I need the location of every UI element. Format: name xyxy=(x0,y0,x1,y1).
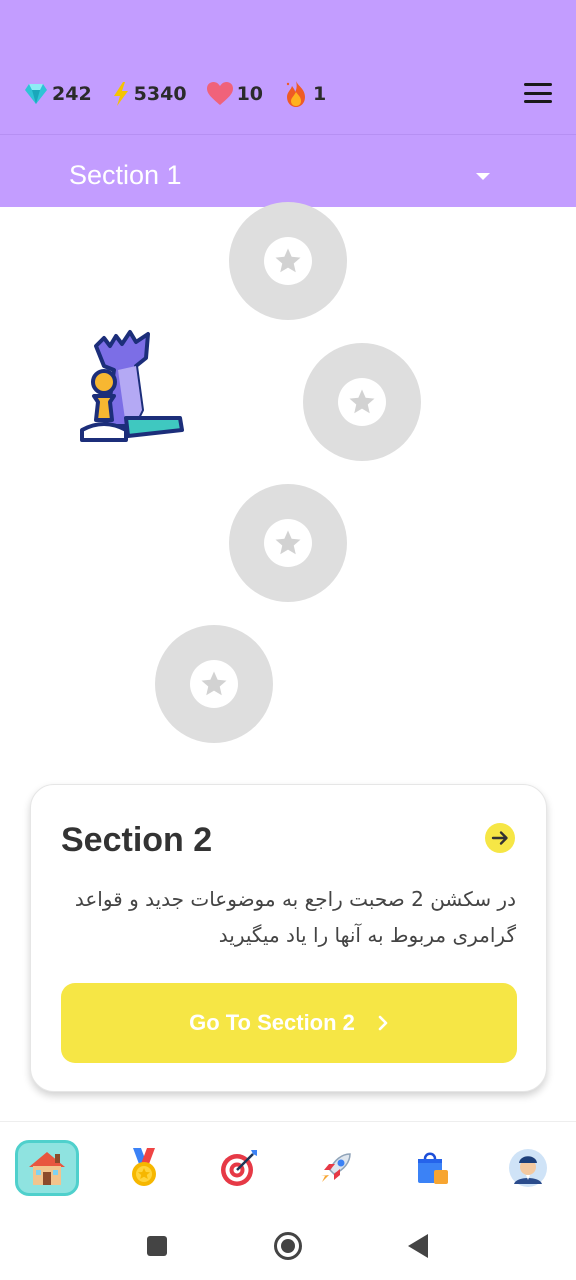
gems-stat[interactable]: 242 xyxy=(24,83,92,105)
card-description: در سکشن 2 صحبت راجع به موضوعات جدید و قو… xyxy=(74,887,516,947)
shop-icon xyxy=(418,1152,448,1184)
lightning-icon xyxy=(113,82,128,106)
lesson-node-1[interactable] xyxy=(229,202,347,320)
star-icon xyxy=(349,389,375,414)
circle-icon xyxy=(274,1232,302,1260)
bottom-navigation xyxy=(0,1121,576,1211)
hamburger-menu-icon[interactable] xyxy=(524,80,552,106)
card-title: Section 2 xyxy=(61,821,213,859)
home-system-button[interactable] xyxy=(271,1229,305,1263)
header-divider xyxy=(0,134,576,135)
top-header: 242 5340 10 1 Section 1 xyxy=(0,0,576,207)
triangle-back-icon xyxy=(408,1234,428,1258)
go-to-section-label: Go To Section 2 xyxy=(189,1010,355,1035)
nav-boost[interactable] xyxy=(304,1140,368,1196)
gems-count: 242 xyxy=(52,83,92,105)
streak-count: 1 xyxy=(313,83,327,105)
nav-profile[interactable] xyxy=(496,1140,560,1196)
lesson-node-2[interactable] xyxy=(303,343,421,461)
star-icon xyxy=(201,671,227,696)
star-icon xyxy=(275,248,301,273)
section-dropdown-label: Section 1 xyxy=(69,160,182,190)
go-to-section-button[interactable]: Go To Section 2 xyxy=(61,983,517,1063)
nav-leaderboard[interactable] xyxy=(112,1140,176,1196)
arrow-right-circle-icon[interactable] xyxy=(485,823,515,853)
nav-shop[interactable] xyxy=(400,1140,464,1196)
chess-pieces-icon xyxy=(80,330,184,442)
heart-icon xyxy=(206,82,233,105)
energy-count: 5340 xyxy=(133,83,187,105)
chevron-right-icon xyxy=(378,1015,388,1031)
target-icon xyxy=(221,1150,257,1186)
hearts-stat[interactable]: 10 xyxy=(206,82,264,106)
diamond-icon xyxy=(25,84,47,104)
recents-button[interactable] xyxy=(140,1229,174,1263)
star-icon xyxy=(275,530,301,555)
stats-bar: 242 5340 10 1 xyxy=(24,76,346,112)
lesson-node-3[interactable] xyxy=(229,484,347,602)
back-button[interactable] xyxy=(401,1229,435,1263)
next-section-card: Section 2 در سکشن 2 صحبت راجع به موضوعات… xyxy=(30,784,547,1092)
fire-icon xyxy=(286,81,306,107)
medal-icon xyxy=(132,1148,156,1186)
chevron-down-icon xyxy=(476,173,490,180)
profile-icon xyxy=(509,1149,547,1187)
energy-stat[interactable]: 5340 xyxy=(112,82,187,106)
nav-home[interactable] xyxy=(15,1140,79,1196)
square-icon xyxy=(147,1236,167,1256)
streak-stat[interactable]: 1 xyxy=(283,80,326,108)
hearts-count: 10 xyxy=(236,83,264,105)
app-root: 242 5340 10 1 Section 1 Section 2 در سکش… xyxy=(0,0,576,1280)
lesson-node-4[interactable] xyxy=(155,625,273,743)
rocket-icon xyxy=(321,1153,351,1182)
system-navigation-bar xyxy=(0,1211,576,1280)
nav-goals[interactable] xyxy=(207,1140,271,1196)
home-icon xyxy=(29,1152,65,1185)
